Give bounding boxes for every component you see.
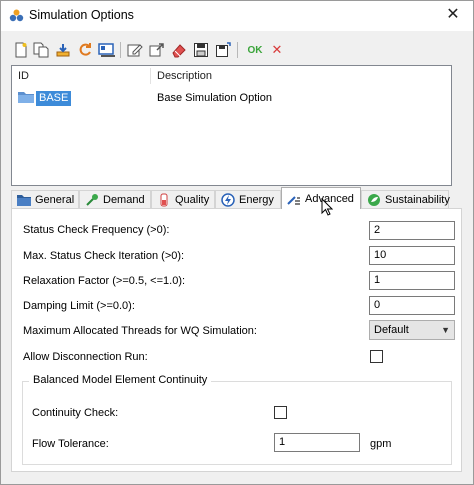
id-card-icon[interactable] [97, 39, 117, 61]
energy-icon [221, 193, 235, 207]
max-threads-selected-value: Default [374, 324, 409, 336]
toolbar-separator [120, 42, 121, 58]
allow-disconnection-label: Allow Disconnection Run: [23, 351, 148, 363]
folder-icon [18, 90, 34, 106]
column-header-description[interactable]: Description [151, 66, 451, 86]
edit-icon[interactable] [125, 39, 145, 61]
tab-demand[interactable]: Demand [79, 190, 151, 209]
close-icon[interactable]: ✕ [443, 5, 463, 25]
tab-quality[interactable]: Quality [151, 190, 215, 209]
status-check-frequency-label: Status Check Frequency (>0): [23, 224, 170, 236]
refresh-icon[interactable] [75, 39, 95, 61]
continuity-check-label: Continuity Check: [32, 407, 119, 419]
advanced-icon [287, 192, 301, 206]
simulation-options-window: Simulation Options ✕ OK ✕ ID Description… [0, 0, 474, 485]
list-item-description: Base Simulation Option [157, 92, 272, 104]
list-header: ID Description [12, 66, 451, 86]
toolbar-separator [237, 42, 238, 58]
list-item[interactable]: BASE Base Simulation Option [12, 90, 451, 106]
eraser-icon[interactable] [169, 39, 189, 61]
damping-limit-input[interactable]: 0 [369, 296, 455, 315]
window-title: Simulation Options [29, 8, 134, 22]
tab-sustainability[interactable]: Sustainability [361, 190, 450, 209]
tab-energy[interactable]: Energy [215, 190, 281, 209]
advanced-tab-panel: Status Check Frequency (>0): 2 Max. Stat… [11, 208, 462, 472]
import-icon[interactable] [53, 39, 73, 61]
continuity-group-title: Balanced Model Element Continuity [29, 374, 212, 386]
chevron-down-icon: ▼ [441, 325, 450, 335]
sustainability-icon [367, 193, 381, 207]
save-icon[interactable] [191, 39, 211, 61]
list-item-id-text: BASE [36, 90, 72, 106]
max-status-check-iteration-input[interactable]: 10 [369, 246, 455, 265]
continuity-groupbox [22, 381, 452, 465]
list-item-id: BASE [18, 90, 72, 106]
app-icon [9, 9, 25, 23]
column-header-id[interactable]: ID [12, 66, 150, 86]
export-icon[interactable] [147, 39, 167, 61]
mouse-cursor-icon [321, 197, 334, 219]
damping-limit-label: Damping Limit (>=0.0): [23, 300, 135, 312]
demand-icon [85, 193, 99, 207]
flow-tolerance-input[interactable]: 1 [274, 433, 360, 452]
duplicate-icon[interactable] [31, 39, 51, 61]
allow-disconnection-checkbox[interactable] [370, 350, 383, 363]
max-threads-select[interactable]: Default ▼ [369, 320, 455, 340]
relaxation-factor-input[interactable]: 1 [369, 271, 455, 290]
simulation-option-list[interactable]: ID Description BASE Base Simulation Opti… [11, 65, 452, 186]
cancel-button[interactable]: ✕ [267, 39, 287, 61]
max-status-check-iteration-label: Max. Status Check Iteration (>0): [23, 250, 185, 262]
relaxation-factor-label: Relaxation Factor (>=0.5, <=1.0): [23, 275, 186, 287]
toolbar: OK ✕ [5, 39, 305, 61]
ok-button[interactable]: OK [245, 39, 265, 61]
flow-tolerance-label: Flow Tolerance: [32, 438, 109, 450]
flow-tolerance-unit: gpm [370, 438, 392, 450]
status-check-frequency-input[interactable]: 2 [369, 221, 455, 240]
new-icon[interactable] [11, 39, 31, 61]
folder-icon [17, 193, 31, 207]
title-bar: Simulation Options ✕ [1, 1, 473, 31]
max-threads-label: Maximum Allocated Threads for WQ Simulat… [23, 325, 257, 337]
save-all-icon[interactable] [213, 39, 233, 61]
tab-general[interactable]: General [11, 190, 79, 209]
quality-icon [157, 193, 171, 207]
tab-strip: General Demand Quality Energy Advanced S… [11, 187, 461, 209]
continuity-check-checkbox[interactable] [274, 406, 287, 419]
